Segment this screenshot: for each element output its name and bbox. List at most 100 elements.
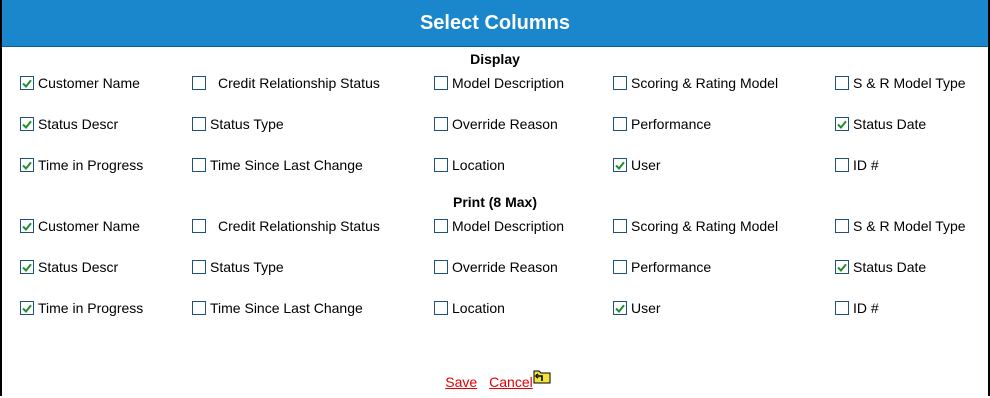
option-label: Status Descr xyxy=(38,259,119,275)
print-heading: Print (8 Max) xyxy=(452,194,537,210)
check-icon xyxy=(22,120,32,129)
footer-actions: Save Cancel xyxy=(2,368,988,396)
print-option[interactable]: Time in Progress xyxy=(20,296,143,320)
option-label: Credit Relationship Status xyxy=(218,218,380,234)
display-option[interactable]: ID # xyxy=(835,153,879,177)
checkbox[interactable] xyxy=(613,76,627,90)
checkbox[interactable] xyxy=(835,76,849,90)
display-option[interactable]: Status Type xyxy=(192,112,284,136)
option-label: Status Type xyxy=(210,259,284,275)
display-option[interactable]: Scoring & Rating Model xyxy=(613,71,778,95)
print-option[interactable]: Credit Relationship Status xyxy=(192,214,380,238)
option-label: Time in Progress xyxy=(38,157,144,173)
option-label: Scoring & Rating Model xyxy=(631,75,779,91)
display-option[interactable]: User xyxy=(613,153,661,177)
cancel-link[interactable]: Cancel xyxy=(489,374,533,390)
checkbox[interactable] xyxy=(192,158,206,172)
checkbox[interactable] xyxy=(192,301,206,315)
print-option[interactable]: Customer Name xyxy=(20,214,140,238)
checkbox[interactable] xyxy=(613,260,627,274)
option-label: Time Since Last Change xyxy=(210,157,363,173)
print-option[interactable]: Status Date xyxy=(835,255,926,279)
option-label: Customer Name xyxy=(38,75,140,91)
print-row: Status Descr Status Type Override Reason Pe… xyxy=(2,255,988,279)
checkbox-checked[interactable] xyxy=(835,260,849,274)
option-label: S & R Model Type xyxy=(853,75,966,91)
print-option[interactable]: Performance xyxy=(613,255,711,279)
option-label: Location xyxy=(452,157,505,173)
checkbox[interactable] xyxy=(434,301,448,315)
checkbox[interactable] xyxy=(192,219,206,233)
checkbox-checked[interactable] xyxy=(20,117,34,131)
print-row: Customer Name Credit Relationship Status M… xyxy=(2,214,988,238)
checkbox[interactable] xyxy=(613,219,627,233)
checkbox[interactable] xyxy=(835,158,849,172)
checkbox[interactable] xyxy=(613,117,627,131)
checkbox[interactable] xyxy=(434,117,448,131)
display-row: Time in Progress Time Since Last Change Lo… xyxy=(2,153,988,177)
display-options: Customer Name Credit Relationship Status M… xyxy=(2,71,988,190)
checkbox[interactable] xyxy=(192,117,206,131)
option-label: User xyxy=(631,300,661,316)
print-option[interactable]: Location xyxy=(434,296,505,320)
display-option[interactable]: Performance xyxy=(613,112,711,136)
option-label: Time Since Last Change xyxy=(210,300,363,316)
checkbox[interactable] xyxy=(192,76,206,90)
option-label: Model Description xyxy=(452,75,565,91)
print-option[interactable]: Override Reason xyxy=(434,255,558,279)
option-label: Customer Name xyxy=(38,218,140,234)
print-option[interactable]: Model Description xyxy=(434,214,564,238)
display-option[interactable]: Override Reason xyxy=(434,112,558,136)
print-option[interactable]: User xyxy=(613,296,661,320)
checkbox[interactable] xyxy=(192,260,206,274)
checkbox-checked[interactable] xyxy=(20,260,34,274)
print-options: Customer Name Credit Relationship Status M… xyxy=(2,214,988,333)
option-label: Model Description xyxy=(452,218,565,234)
option-label: Scoring & Rating Model xyxy=(631,218,779,234)
option-label: Location xyxy=(452,300,505,316)
check-icon xyxy=(22,161,32,170)
display-option[interactable]: Status Descr xyxy=(20,112,118,136)
display-heading: Display xyxy=(470,51,520,67)
checkbox[interactable] xyxy=(835,301,849,315)
check-icon xyxy=(22,79,32,88)
display-option[interactable]: Time in Progress xyxy=(20,153,143,177)
display-option[interactable]: S & R Model Type xyxy=(835,71,966,95)
checkbox[interactable] xyxy=(434,158,448,172)
check-icon xyxy=(22,304,32,313)
display-option[interactable]: Customer Name xyxy=(20,71,140,95)
checkbox[interactable] xyxy=(434,76,448,90)
option-label: ID # xyxy=(853,157,879,173)
checkbox[interactable] xyxy=(434,219,448,233)
checkbox[interactable] xyxy=(835,219,849,233)
display-option[interactable]: Credit Relationship Status xyxy=(192,71,380,95)
display-option[interactable]: Model Description xyxy=(434,71,564,95)
checkbox-checked[interactable] xyxy=(20,219,34,233)
display-row: Customer Name Credit Relationship Status M… xyxy=(2,71,988,95)
print-option[interactable]: Status Descr xyxy=(20,255,118,279)
print-option[interactable]: S & R Model Type xyxy=(835,214,966,238)
display-option[interactable]: Location xyxy=(434,153,505,177)
option-label: Status Date xyxy=(853,116,927,132)
option-label: Status Descr xyxy=(38,116,119,132)
check-icon xyxy=(837,263,847,272)
checkbox-checked[interactable] xyxy=(835,117,849,131)
display-option[interactable]: Time Since Last Change xyxy=(192,153,363,177)
check-icon xyxy=(615,304,625,313)
checkbox-checked[interactable] xyxy=(613,158,627,172)
option-label: ID # xyxy=(853,300,879,316)
checkbox-checked[interactable] xyxy=(613,301,627,315)
print-option[interactable]: Time Since Last Change xyxy=(192,296,363,320)
print-option[interactable]: Status Type xyxy=(192,255,284,279)
checkbox[interactable] xyxy=(434,260,448,274)
display-option[interactable]: Status Date xyxy=(835,112,926,136)
print-option[interactable]: ID # xyxy=(835,296,879,320)
checkbox-checked[interactable] xyxy=(20,158,34,172)
checkbox-checked[interactable] xyxy=(20,76,34,90)
checkbox-checked[interactable] xyxy=(20,301,34,315)
check-icon xyxy=(22,263,32,272)
folder-up-icon[interactable] xyxy=(533,368,551,387)
print-option[interactable]: Scoring & Rating Model xyxy=(613,214,778,238)
option-label: Credit Relationship Status xyxy=(218,75,380,91)
save-link[interactable]: Save xyxy=(445,374,477,390)
